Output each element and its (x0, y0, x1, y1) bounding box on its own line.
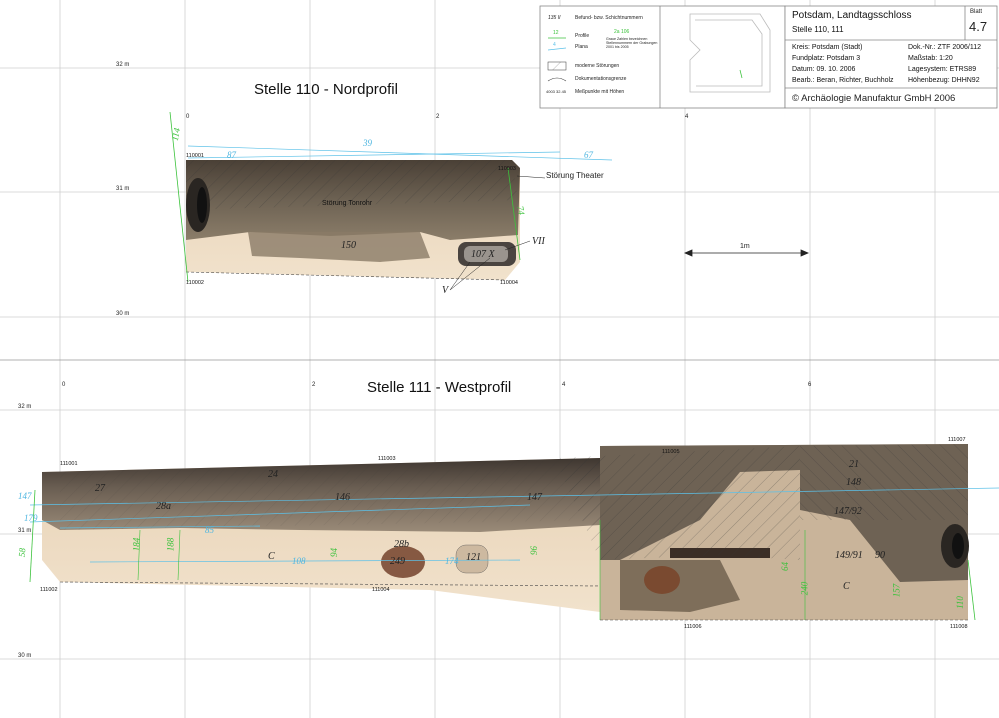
wprofile-240: 240 (799, 581, 810, 596)
project-title: Potsdam, Landtagsschloss (792, 10, 912, 21)
legend-plana-sample: 4 (553, 42, 556, 48)
layer-28b: 28b (394, 539, 409, 550)
height-30m: 30 m (116, 311, 130, 317)
blatt-number: 4.7 (969, 19, 988, 34)
layer-c-left: C (268, 551, 275, 562)
kreis: Kreis: Potsdam (Stadt) (792, 44, 863, 51)
legend-befund-sample: 135 II (548, 15, 561, 21)
wprofile-94: 94 (329, 548, 339, 557)
layer-v: V (442, 285, 449, 296)
layer-146: 146 (335, 492, 350, 503)
legend-befund: Befund- bzw. Schichtnummern (575, 15, 643, 21)
legend-messpunkte: Meßpunkte mit Höhen (575, 89, 625, 95)
layer-147-92: 147/92 (834, 506, 862, 517)
layer-vii: VII (532, 236, 545, 247)
legend-profile: Profile (575, 33, 590, 39)
layer-148: 148 (846, 477, 861, 488)
legend-messpunkte-sample: 4003 32.45 (546, 89, 567, 94)
point-111002: 111002 (40, 587, 58, 593)
blatt-label: Blatt (970, 9, 983, 15)
layer-150: 150 (341, 240, 356, 251)
label-stoerung-theater: Störung Theater (546, 171, 604, 180)
legend-dokgrenze: Dokumentationsgrenze (575, 76, 627, 82)
scalebar-label: 1m (740, 243, 750, 250)
plan-sheet: Potsdam, Landtagsschloss Stelle 110, 111… (0, 0, 999, 718)
wplan-108: 108 (292, 556, 306, 566)
point-110004: 110004 (500, 280, 518, 286)
legend-plana: Plana (575, 44, 588, 50)
bearbeiter: Bearb.: Beran, Richter, Buchholz (792, 77, 894, 84)
grid-x-0: 0 (186, 114, 190, 120)
plan-39: 39 (363, 138, 372, 148)
wprofile-64: 64 (780, 562, 790, 571)
wprofile-188: 188 (165, 537, 176, 552)
layer-249: 249 (390, 556, 405, 567)
wgrid-x-6: 6 (808, 382, 812, 388)
point-111007: 111007 (948, 437, 966, 443)
point-111008: 111008 (950, 624, 968, 630)
layer-90: 90 (875, 550, 885, 561)
legend-profile-sample: 12 (553, 30, 559, 36)
legend-grey-note: Graue Zahlen bezeichnen Stellennummern d… (606, 37, 658, 49)
layer-28a: 28a (156, 501, 171, 512)
layer-121: 121 (466, 552, 481, 563)
wplan-174: 174 (445, 556, 459, 566)
wprofile-96: 96 (529, 546, 539, 555)
point-111005: 111005 (662, 449, 680, 455)
plan-87: 87 (227, 150, 236, 160)
scalebar-line (683, 249, 810, 257)
point-110003: 110003 (498, 166, 516, 172)
grid-x-4: 4 (685, 114, 689, 120)
wprofile-58: 58 (16, 547, 28, 558)
wplan-85: 85 (205, 525, 214, 535)
layer-21: 21 (849, 459, 859, 470)
wheight-31m: 31 m (18, 528, 32, 534)
layer-149-91: 149/91 (835, 550, 863, 561)
wheight-32m: 32 m (18, 404, 32, 410)
layer-27: 27 (95, 483, 105, 494)
lagesystem: Lagesystem: ETRS89 (908, 66, 977, 73)
point-111004: 111004 (372, 587, 390, 593)
layer-107x: 107 X (471, 249, 495, 260)
wgrid-x-4: 4 (562, 382, 566, 388)
wheight-30m: 30 m (18, 653, 32, 659)
layer-24: 24 (268, 469, 278, 480)
datum: Datum: 09. 10. 2006 (792, 66, 856, 73)
profile-drawing (0, 0, 999, 718)
westprofil-photo (42, 444, 969, 620)
wprofile-184: 184 (131, 537, 142, 552)
height-31m: 31 m (116, 186, 130, 192)
wplan-147: 147 (18, 491, 32, 501)
dok-nr: Dok.-Nr.: ZTF 2006/112 (908, 44, 982, 51)
wprofile-157: 157 (891, 583, 902, 598)
massstab: Maßstab: 1:20 (908, 55, 953, 62)
label-stoerung-tonrohr: Störung Tonrohr (322, 200, 373, 207)
legend-stoerungen: moderne Störungen (575, 63, 620, 69)
layer-c-right: C (843, 581, 850, 592)
point-111006: 111006 (684, 624, 702, 630)
plan-67: 67 (584, 150, 593, 160)
nordprofil-title: Stelle 110 - Nordprofil (254, 81, 398, 98)
layer-147: 147 (527, 492, 542, 503)
point-111003: 111003 (378, 456, 396, 462)
point-110001: 110001 (186, 153, 204, 159)
hoehenbezug: Höhenbezug: DHHN92 (908, 77, 980, 84)
fundplatz: Fundplatz: Potsdam 3 (792, 55, 861, 62)
profile-74: 74 (515, 205, 527, 216)
legend-grey-sample: 2a 106 (614, 29, 630, 35)
wgrid-x-0: 0 (62, 382, 66, 388)
point-111001: 111001 (60, 461, 78, 467)
point-110002: 110002 (186, 280, 204, 286)
height-32m: 32 m (116, 62, 130, 68)
wplan-179: 179 (24, 513, 38, 523)
stellen-label: Stelle 110, 111 (792, 25, 844, 34)
grid-x-2: 2 (436, 114, 440, 120)
copyright: © Archäologie Manufaktur GmbH 2006 (792, 93, 956, 104)
wprofile-110: 110 (954, 596, 965, 609)
westprofil-title: Stelle 111 - Westprofil (367, 379, 512, 396)
wgrid-x-2: 2 (312, 382, 316, 388)
